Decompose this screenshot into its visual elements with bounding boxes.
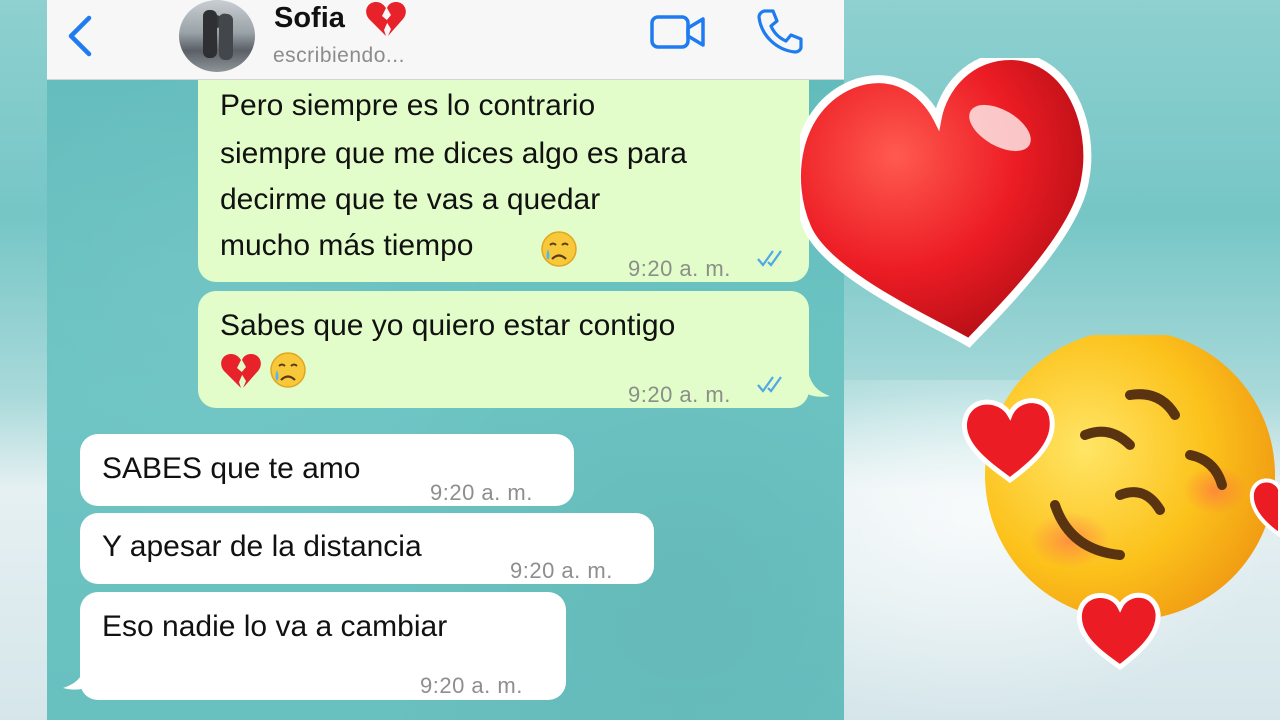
message-line: Eso nadie lo va a cambiar: [102, 610, 448, 643]
smiling-face-with-hearts-icon: [962, 335, 1280, 671]
message-line: mucho más tiempo: [220, 229, 474, 262]
message-time: 9:20 a. m.: [510, 558, 613, 583]
back-button[interactable]: [65, 14, 95, 58]
bubble-tail: [802, 370, 830, 397]
message-line: Sabes que yo quiero estar contigo: [220, 309, 676, 342]
video-camera-icon: [650, 15, 705, 49]
phone-icon: [757, 9, 803, 54]
message-bubble-incoming[interactable]: Eso nadie lo va a cambiar 9:20 a. m.: [80, 592, 566, 700]
broken-heart-icon: [221, 354, 261, 388]
message-line: SABES que te amo: [102, 452, 361, 485]
read-receipt-icon: [757, 376, 782, 393]
crying-face-icon: [541, 231, 577, 267]
broken-heart-icon: [366, 2, 406, 36]
chevron-left-icon: [68, 15, 92, 57]
message-line: siempre que me dices algo es para: [220, 137, 687, 170]
message-line: Pero siempre es lo contrario: [220, 89, 596, 122]
chat-screen: Sofia escribiendo... Pero siempre es lo …: [47, 0, 844, 720]
avatar[interactable]: [179, 0, 255, 72]
message-time: 9:20 a. m.: [430, 480, 533, 505]
voice-call-button[interactable]: [756, 8, 804, 54]
typing-status: escribiendo...: [273, 44, 405, 67]
message-bubble-incoming[interactable]: SABES que te amo 9:20 a. m.: [80, 434, 574, 506]
message-bubble-incoming[interactable]: Y apesar de la distancia 9:20 a. m.: [80, 513, 654, 584]
red-heart-icon: [800, 58, 1092, 348]
bubble-tail: [63, 664, 91, 690]
message-bubble-outgoing[interactable]: Sabes que yo quiero estar contigo 9:20 a…: [198, 291, 809, 408]
contact-name[interactable]: Sofia: [274, 2, 345, 35]
message-bubble-outgoing[interactable]: Pero siempre es lo contrario siempre que…: [198, 80, 809, 282]
message-line: Y apesar de la distancia: [102, 530, 422, 563]
read-receipt-icon: [757, 250, 782, 267]
message-line: decirme que te vas a quedar: [220, 183, 601, 216]
message-time: 9:20 a. m.: [420, 673, 523, 698]
message-time: 9:20 a. m.: [628, 256, 731, 281]
chat-header: Sofia escribiendo...: [47, 0, 844, 80]
message-time: 9:20 a. m.: [628, 382, 731, 407]
crying-face-icon: [270, 352, 306, 388]
video-call-button[interactable]: [650, 14, 706, 50]
